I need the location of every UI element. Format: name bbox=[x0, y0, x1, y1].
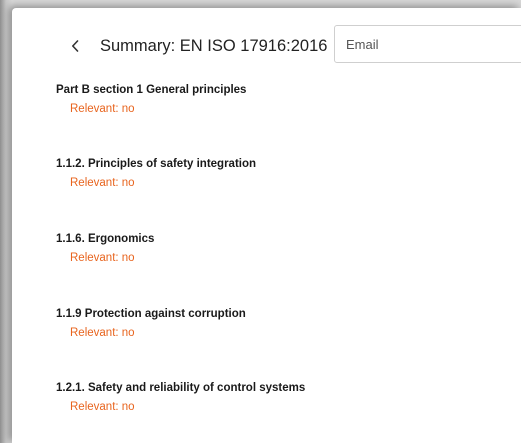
item-title: 1.2.1. Safety and reliability of control… bbox=[56, 382, 306, 394]
chevron-left-icon bbox=[66, 40, 84, 52]
app-window: Summary: EN ISO 17916:2016 Part B sectio… bbox=[0, 0, 521, 443]
item-status: Relevant: no bbox=[70, 177, 135, 189]
list-item: 1.1.2. Principles of safety integration … bbox=[56, 156, 256, 191]
summary-panel: Summary: EN ISO 17916:2016 Part B sectio… bbox=[12, 8, 521, 443]
item-title: 1.1.6. Ergonomics bbox=[56, 233, 155, 245]
item-status: Relevant: no bbox=[70, 401, 135, 413]
page-title: Summary: EN ISO 17916:2016 bbox=[100, 37, 328, 55]
item-status: Relevant: no bbox=[70, 327, 135, 339]
item-status: Relevant: no bbox=[70, 103, 135, 115]
item-status: Relevant: no bbox=[70, 252, 135, 264]
item-title: 1.1.9 Protection against corruption bbox=[56, 308, 246, 320]
list-item: Part B section 1 General principles Rele… bbox=[56, 82, 246, 117]
item-title: 1.1.2. Principles of safety integration bbox=[56, 158, 257, 170]
list-item: 1.1.6. Ergonomics Relevant: no bbox=[56, 231, 154, 266]
list-item: 1.2.1. Safety and reliability of control… bbox=[56, 380, 305, 415]
item-title: Part B section 1 General principles bbox=[56, 84, 247, 96]
email-input[interactable] bbox=[334, 25, 521, 63]
header: Summary: EN ISO 17916:2016 bbox=[12, 8, 521, 78]
list-item: 1.1.9 Protection against corruption Rele… bbox=[56, 306, 246, 341]
back-button[interactable] bbox=[66, 34, 84, 58]
